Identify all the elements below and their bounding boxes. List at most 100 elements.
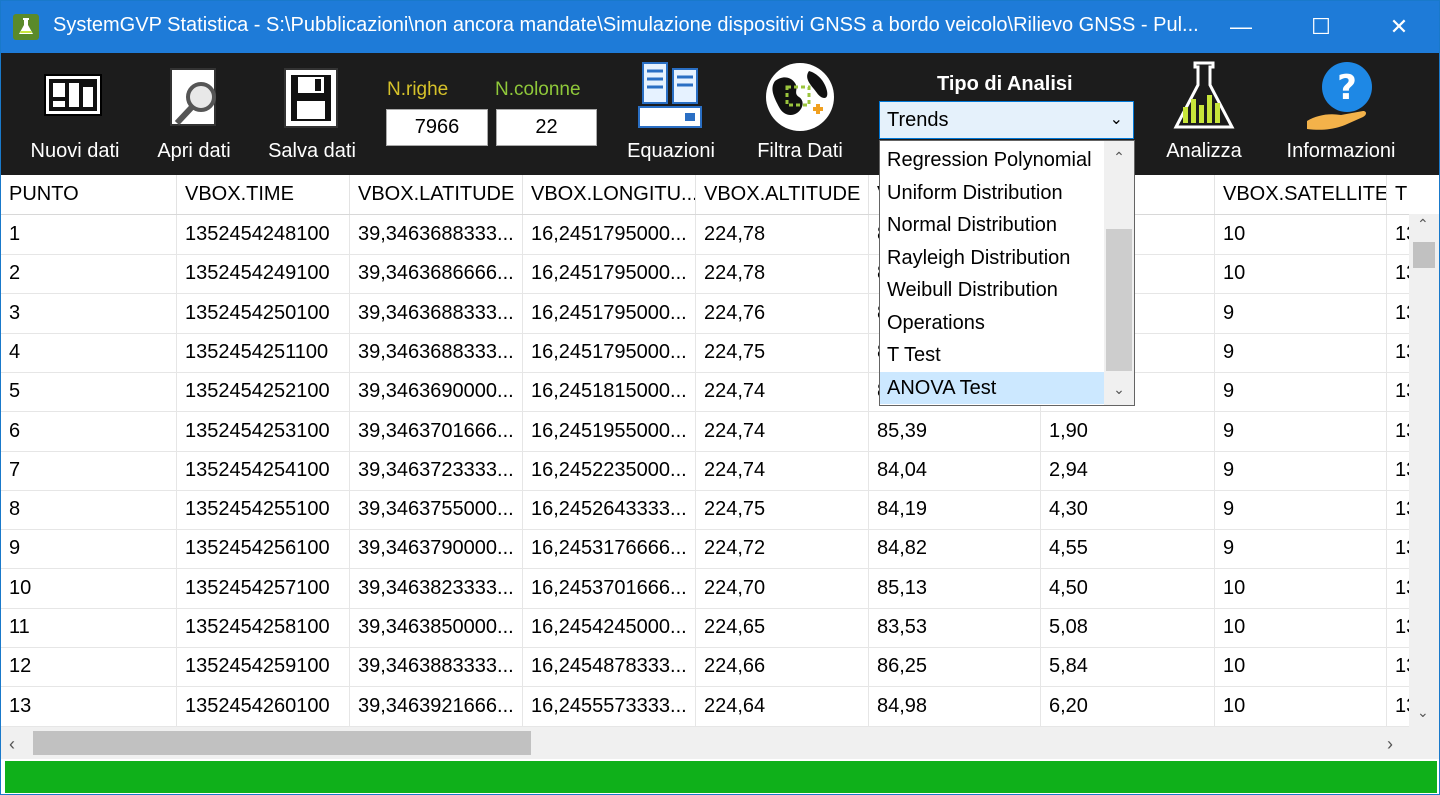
table-cell[interactable]: 16,2451795000... bbox=[523, 254, 696, 294]
vertical-scroll-thumb[interactable] bbox=[1413, 242, 1435, 268]
table-cell[interactable]: 1352454259100 bbox=[177, 647, 350, 687]
table-cell[interactable]: 16,2451795000... bbox=[523, 332, 696, 372]
scroll-up-icon[interactable]: ⌃ bbox=[1104, 143, 1134, 171]
table-cell[interactable]: 1352454249100 bbox=[177, 254, 350, 294]
table-cell[interactable]: 224,74 bbox=[696, 372, 869, 412]
table-cell[interactable]: 5 bbox=[1, 372, 177, 412]
table-row[interactable]: 3 1352454250100 39,3463688333... 16,2451795… bbox=[1, 293, 1409, 334]
table-cell[interactable]: 1352454248100 bbox=[177, 215, 350, 254]
table-cell[interactable]: 4,55 bbox=[1041, 529, 1215, 569]
dropdown-option[interactable]: Uniform Distribution bbox=[880, 177, 1104, 209]
table-cell[interactable]: 6 bbox=[1, 411, 177, 451]
table-row[interactable]: 12 1352454259100 39,3463883333... 16,245487… bbox=[1, 647, 1409, 688]
column-header[interactable]: VBOX.ALTITUDE bbox=[696, 175, 869, 214]
table-cell[interactable]: 1352454258100 bbox=[177, 608, 350, 647]
column-header[interactable]: VBOX.LATITUDE bbox=[350, 175, 523, 214]
table-row[interactable]: 5 1352454252100 39,3463690000... 16,2451815… bbox=[1, 372, 1409, 413]
table-cell[interactable]: 85,13 bbox=[869, 568, 1041, 608]
table-cell[interactable]: 85,39 bbox=[869, 411, 1041, 451]
table-cell[interactable]: 39,3463688333... bbox=[350, 293, 523, 333]
table-cell[interactable]: 13 bbox=[1387, 569, 1409, 608]
table-cell[interactable]: 5,08 bbox=[1041, 608, 1215, 647]
table-cell[interactable]: 11 bbox=[1, 608, 177, 647]
dropdown-option[interactable]: ANOVA Test bbox=[880, 371, 1104, 404]
table-cell[interactable]: 16,2454245000... bbox=[523, 608, 696, 647]
table-cell[interactable]: 2 bbox=[1, 254, 177, 294]
table-cell[interactable]: 83,53 bbox=[869, 608, 1041, 647]
table-cell[interactable]: 13 bbox=[1387, 215, 1409, 254]
table-cell[interactable]: 39,3463755000... bbox=[350, 490, 523, 530]
table-cell[interactable]: 39,3463790000... bbox=[350, 529, 523, 569]
table-cell[interactable]: 84,19 bbox=[869, 490, 1041, 530]
table-cell[interactable]: 39,3463701666... bbox=[350, 411, 523, 451]
table-cell[interactable]: 4,30 bbox=[1041, 490, 1215, 530]
table-cell[interactable]: 1352454250100 bbox=[177, 293, 350, 333]
table-cell[interactable]: 1352454254100 bbox=[177, 450, 350, 490]
tipo-analisi-dropdown-list[interactable]: Regression Polynomial Uniform Distributio… bbox=[879, 140, 1135, 406]
table-cell[interactable]: 224,76 bbox=[696, 293, 869, 333]
table-cell[interactable]: 5,84 bbox=[1041, 647, 1215, 687]
column-header[interactable]: VBOX.SATELLITES bbox=[1215, 175, 1387, 214]
table-cell[interactable]: 13 bbox=[1387, 254, 1409, 293]
table-cell[interactable]: 4,50 bbox=[1041, 568, 1215, 608]
data-grid[interactable]: PUNTO VBOX.TIME VBOX.LATITUDE VBOX.LONGITU.… bbox=[1, 175, 1409, 727]
column-header[interactable]: VBOX.LONGITU... bbox=[523, 175, 696, 214]
table-cell[interactable]: 10 bbox=[1215, 608, 1387, 647]
table-cell[interactable]: 13 bbox=[1387, 372, 1409, 411]
scroll-down-icon[interactable]: ⌄ bbox=[1417, 704, 1429, 721]
table-cell[interactable]: 13 bbox=[1387, 529, 1409, 568]
table-row[interactable]: 13 1352454260100 39,3463921666... 16,245557… bbox=[1, 686, 1409, 727]
table-row[interactable]: 10 1352454257100 39,3463823333... 16,245370… bbox=[1, 568, 1409, 609]
table-cell[interactable]: 13 bbox=[1387, 490, 1409, 529]
table-cell[interactable]: 1352454256100 bbox=[177, 529, 350, 569]
nuovi-dati-button[interactable]: Nuovi dati bbox=[23, 63, 127, 163]
table-row[interactable]: 2 1352454249100 39,3463686666... 16,2451795… bbox=[1, 254, 1409, 295]
table-cell[interactable]: 1 bbox=[1, 215, 177, 254]
chevron-down-icon[interactable]: ⌄ bbox=[1110, 109, 1123, 129]
table-cell[interactable]: 9 bbox=[1215, 332, 1387, 372]
table-cell[interactable]: 10 bbox=[1, 568, 177, 608]
table-cell[interactable]: 10 bbox=[1215, 568, 1387, 608]
analizza-button[interactable]: Analizza bbox=[1159, 61, 1249, 163]
table-cell[interactable]: 16,2453176666... bbox=[523, 529, 696, 569]
table-cell[interactable]: 13 bbox=[1387, 294, 1409, 333]
table-cell[interactable]: 16,2455573333... bbox=[523, 686, 696, 726]
table-cell[interactable]: 9 bbox=[1215, 450, 1387, 490]
column-header[interactable]: PUNTO bbox=[1, 175, 177, 214]
table-cell[interactable]: 224,74 bbox=[696, 411, 869, 451]
table-cell[interactable]: 13 bbox=[1387, 687, 1409, 726]
table-cell[interactable]: 224,70 bbox=[696, 568, 869, 608]
table-cell[interactable]: 39,3463883333... bbox=[350, 647, 523, 687]
table-cell[interactable]: 16,2452643333... bbox=[523, 490, 696, 530]
table-cell[interactable]: 7 bbox=[1, 450, 177, 490]
filtra-dati-button[interactable]: Filtra Dati bbox=[751, 61, 849, 163]
table-cell[interactable]: 16,2453701666... bbox=[523, 568, 696, 608]
table-cell[interactable]: 9 bbox=[1215, 490, 1387, 530]
table-cell[interactable]: 4 bbox=[1, 332, 177, 372]
table-cell[interactable]: 39,3463686666... bbox=[350, 254, 523, 294]
scroll-up-icon[interactable]: ⌃ bbox=[1417, 216, 1429, 233]
table-cell[interactable]: 9 bbox=[1215, 293, 1387, 333]
table-cell[interactable]: 84,82 bbox=[869, 529, 1041, 569]
table-cell[interactable]: 39,3463850000... bbox=[350, 608, 523, 647]
dropdown-option[interactable]: Operations bbox=[880, 307, 1104, 339]
table-row[interactable]: 7 1352454254100 39,3463723333... 16,2452235… bbox=[1, 450, 1409, 491]
horizontal-scroll-thumb[interactable] bbox=[33, 731, 531, 755]
table-cell[interactable]: 13 bbox=[1, 686, 177, 726]
table-cell[interactable]: 13 bbox=[1387, 333, 1409, 372]
table-cell[interactable]: 2,94 bbox=[1041, 450, 1215, 490]
table-cell[interactable]: 12 bbox=[1, 647, 177, 687]
table-cell[interactable]: 224,78 bbox=[696, 215, 869, 254]
table-cell[interactable]: 224,65 bbox=[696, 608, 869, 647]
column-header[interactable]: VBOX.TIME bbox=[177, 175, 350, 214]
dropdown-option[interactable]: T Test bbox=[880, 339, 1104, 371]
n-righe-field[interactable]: 7966 bbox=[386, 109, 488, 146]
table-cell[interactable]: 3 bbox=[1, 293, 177, 333]
table-row[interactable]: 6 1352454253100 39,3463701666... 16,2451955… bbox=[1, 411, 1409, 452]
scroll-left-icon[interactable]: ‹ bbox=[9, 734, 15, 755]
horizontal-scrollbar[interactable]: ‹ › bbox=[1, 727, 1409, 759]
table-cell[interactable]: 10 bbox=[1215, 215, 1387, 254]
apri-dati-button[interactable]: Apri dati bbox=[149, 63, 239, 163]
table-row[interactable]: 11 1352454258100 39,3463850000... 16,245424… bbox=[1, 608, 1409, 648]
table-cell[interactable]: 1352454255100 bbox=[177, 490, 350, 530]
